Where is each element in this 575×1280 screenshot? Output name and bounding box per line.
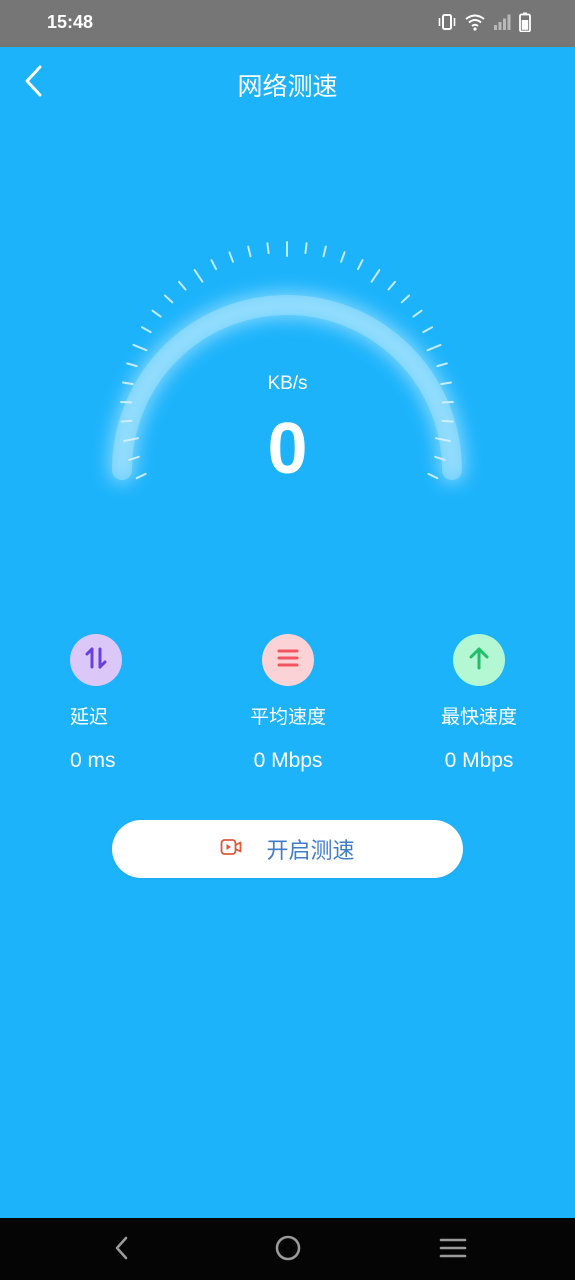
stat-label: 平均速度 xyxy=(249,706,326,728)
latency-stat: 延迟 0 ms xyxy=(26,634,166,773)
start-button-label: 开启测速 xyxy=(266,839,355,864)
gauge-tick xyxy=(266,242,270,255)
status-bar: 15:48 xyxy=(0,0,575,47)
gauge-tick xyxy=(370,269,381,283)
gauge-tick xyxy=(228,251,234,263)
nav-home-button[interactable] xyxy=(270,1232,306,1268)
stat-icon-average xyxy=(262,634,314,686)
gauge-tick xyxy=(412,309,423,318)
gauge-tick xyxy=(426,343,442,352)
speed-unit: KB/s xyxy=(267,373,308,394)
nav-menu-button[interactable] xyxy=(435,1232,471,1268)
gauge-tick xyxy=(436,362,448,368)
system-nav-bar xyxy=(0,1218,575,1280)
gauge-tick xyxy=(422,326,433,334)
gauge-tick xyxy=(193,269,204,283)
status-icons xyxy=(437,12,531,36)
gauge-tick xyxy=(357,259,364,271)
nav-home-icon xyxy=(274,1234,302,1266)
video-play-icon xyxy=(220,838,242,860)
gauge-tick xyxy=(210,259,217,271)
stat-icon-latency xyxy=(70,634,122,686)
stat-label: 最快速度 xyxy=(440,706,517,728)
stat-value: 0 Mbps xyxy=(253,749,323,772)
app-bar: 网络测速 xyxy=(0,47,575,121)
battery-icon xyxy=(519,12,531,36)
wifi-icon xyxy=(465,13,485,35)
start-test-button[interactable]: 开启测速 xyxy=(112,820,463,878)
signal-icon xyxy=(493,13,511,35)
gauge-tick xyxy=(387,280,396,291)
status-time: 15:48 xyxy=(47,12,94,32)
gauge-tick xyxy=(322,245,327,258)
gauge-tick xyxy=(163,294,174,304)
nav-back-button[interactable] xyxy=(104,1232,140,1268)
gauge-tick xyxy=(126,362,138,368)
gauge-tick xyxy=(247,245,252,258)
nav-menu-icon xyxy=(439,1236,467,1264)
stat-icon-fastest xyxy=(453,634,505,686)
fastest-speed-stat: 最快速度 0 Mbps xyxy=(409,634,549,773)
nav-back-icon xyxy=(112,1235,132,1265)
stat-label: 延迟 xyxy=(70,706,109,728)
gauge-tick xyxy=(304,242,308,255)
page-title: 网络测速 xyxy=(237,72,338,101)
average-speed-stat: 平均速度 0 Mbps xyxy=(218,634,358,773)
gauge-tick xyxy=(141,326,152,334)
menu-lines-icon xyxy=(275,645,301,675)
stat-value: 0 ms xyxy=(70,749,116,772)
gauge-tick xyxy=(132,343,148,352)
speed-value: 0 xyxy=(267,409,308,489)
gauge-tick xyxy=(400,294,411,304)
gauge-tick xyxy=(340,251,346,263)
updown-arrows-icon xyxy=(83,645,109,675)
speed-gauge: KB/s 0 xyxy=(0,170,575,530)
gauge-tick xyxy=(178,280,187,291)
stat-value: 0 Mbps xyxy=(444,749,514,772)
arrow-up-icon xyxy=(466,645,492,675)
gauge-tick xyxy=(151,309,162,318)
vibrate-icon xyxy=(437,13,457,35)
